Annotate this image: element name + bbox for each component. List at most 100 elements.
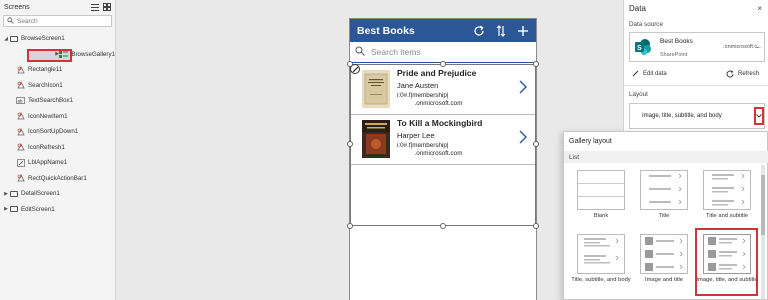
- data-source-name: Best Books: [660, 38, 693, 45]
- data-pane-title: Data: [629, 4, 646, 13]
- icon-control-icon: [16, 127, 25, 136]
- layout-tile-image-title[interactable]: Image and title: [633, 234, 695, 284]
- search-box[interactable]: Search items: [350, 42, 536, 63]
- layout-preview: [703, 170, 751, 210]
- data-source-selector[interactable]: S Best Books SharePoint .onmicrosoft.c..…: [629, 32, 765, 62]
- item-body: i:0#.f|membership| .onmicrosoft.com: [397, 92, 463, 107]
- tree-item-label: LblAppName1: [28, 159, 68, 167]
- resize-handle[interactable]: [440, 223, 446, 229]
- app-title: Best Books: [357, 24, 415, 37]
- divider: [624, 85, 768, 86]
- rectangle-icon: [16, 174, 25, 182]
- tile-label: Title and subtitle: [706, 213, 748, 219]
- search-placeholder: Search items: [371, 47, 421, 57]
- gallery-item[interactable]: Pride and Prejudice Jane Austen i:0#.f|m…: [350, 64, 535, 115]
- tree-item-label: RectQuickActionBar1: [28, 174, 87, 182]
- item-title: To Kill a Mockingbird: [397, 118, 483, 128]
- app-header-bar: Best Books: [350, 19, 536, 42]
- tree-item-rectangle11[interactable]: Rectangle11: [0, 62, 115, 78]
- refresh-icon[interactable]: [472, 24, 486, 38]
- sort-up-down-icon[interactable]: [494, 24, 508, 38]
- list-view-icon[interactable]: [91, 3, 99, 11]
- layout-tile-blank[interactable]: Blank: [570, 170, 632, 220]
- tree-search-input[interactable]: Search: [3, 15, 112, 27]
- resize-handle[interactable]: [347, 141, 353, 147]
- tree-item-iconnewitem1[interactable]: IconNewItem1: [0, 109, 115, 125]
- search-icon: [7, 16, 14, 26]
- resize-handle[interactable]: [533, 223, 539, 229]
- layout-preview: [640, 234, 688, 274]
- textbox-icon: ab: [16, 97, 25, 105]
- svg-text:ab: ab: [18, 99, 24, 104]
- resize-handle[interactable]: [347, 61, 353, 67]
- tree-item-textsearchbox1[interactable]: ab TextSearchBox1: [0, 93, 115, 109]
- tree-item-label: IconRefresh1: [28, 143, 65, 151]
- layout-tile-title-subtitle[interactable]: Title and subtitle: [696, 170, 758, 220]
- section-label: List: [569, 153, 580, 161]
- tree-item-iconsortupdown1[interactable]: IconSortUpDown1: [0, 124, 115, 140]
- tree-item-editscreen1[interactable]: ▶ EditScreen1: [0, 202, 115, 218]
- scrollbar-thumb[interactable]: [761, 175, 765, 235]
- tree-item-label: BrowseScreen1: [21, 35, 65, 43]
- item-body: i:0#.f|membership| .onmicrosoft.com: [397, 142, 463, 157]
- resize-handle[interactable]: [347, 223, 353, 229]
- close-icon[interactable]: ×: [757, 4, 762, 13]
- tree-search-placeholder: Search: [17, 17, 38, 25]
- tree-item-detailscreen1[interactable]: ▶ DetailScreen1: [0, 186, 115, 202]
- tile-label: Image and title: [644, 277, 684, 283]
- tree-item-label: IconNewItem1: [28, 112, 68, 120]
- flyout-scrollbar[interactable]: [761, 165, 765, 299]
- layout-tile-title[interactable]: Title: [633, 170, 695, 220]
- icon-control-icon: [16, 112, 25, 120]
- chevron-right-icon[interactable]: [519, 130, 527, 144]
- grid-view-icon[interactable]: [103, 3, 111, 11]
- tree-item-label: Rectangle11: [28, 66, 63, 74]
- browse-gallery[interactable]: Pride and Prejudice Jane Austen i:0#.f|m…: [347, 61, 539, 229]
- chevron-right-icon[interactable]: [519, 80, 527, 94]
- tree-item-browsegallery1[interactable]: ▶ BrowseGallery1: [0, 47, 115, 63]
- tile-label: Blank: [593, 213, 609, 219]
- tree-item-label: DetailScreen1: [21, 190, 60, 198]
- layout-tile-title-subtitle-body[interactable]: Title, subtitle, and body: [570, 234, 632, 284]
- resize-handle[interactable]: [533, 141, 539, 147]
- edit-data-label: Edit data: [643, 70, 667, 77]
- layout-dropdown-button[interactable]: [754, 107, 764, 125]
- tree-item-browsescreen1[interactable]: ◢ BrowseScreen1: [0, 31, 115, 47]
- layout-preview: [640, 170, 688, 210]
- tree-item-label: BrowseGallery1: [71, 50, 115, 58]
- search-icon: [355, 46, 365, 58]
- icon-control-icon: [16, 143, 25, 151]
- edit-icon: [632, 70, 639, 77]
- tree-item-lblappname1[interactable]: LblAppName1: [0, 155, 115, 171]
- resize-handle[interactable]: [440, 61, 446, 67]
- chevron-down-icon: [756, 114, 762, 118]
- gallery-item[interactable]: To Kill a Mockingbird Harper Lee i:0#.f|…: [351, 115, 535, 165]
- refresh-label: Refresh: [738, 71, 760, 77]
- tree-item-rectquickactionbar1[interactable]: RectQuickActionBar1: [0, 171, 115, 187]
- tile-label: Title: [658, 213, 670, 219]
- tree-item-searchicon1[interactable]: SearchIcon1: [0, 78, 115, 94]
- tree-item-label: SearchIcon1: [28, 81, 63, 89]
- refresh-icon: [726, 70, 734, 78]
- book-cover-image: [362, 70, 390, 108]
- layout-preview: [577, 234, 625, 274]
- gallery-icon: [59, 50, 69, 58]
- resize-handle[interactable]: [533, 61, 539, 67]
- tile-label: Title, subtitle, and body: [571, 277, 631, 283]
- data-source-label: Data source: [629, 21, 663, 28]
- tree-header: Screens: [0, 0, 115, 14]
- edit-data-button[interactable]: Edit data: [632, 70, 667, 77]
- book-cover-image: [362, 120, 390, 158]
- label-edit-icon: [16, 158, 25, 167]
- app-canvas[interactable]: Best Books Search items Pride and Prejud…: [347, 18, 539, 300]
- tree-item-label: TextSearchBox1: [28, 97, 74, 105]
- selected-tile-highlight: [695, 228, 758, 296]
- refresh-button[interactable]: Refresh: [726, 70, 759, 78]
- rectangle-icon: [16, 65, 25, 74]
- chevron-down-icon[interactable]: ⌄: [755, 43, 760, 50]
- flyout-title: Gallery layout: [569, 138, 612, 145]
- tree-item-iconrefresh1[interactable]: IconRefresh1: [0, 140, 115, 156]
- layout-selector[interactable]: Image, title, subtitle, and body: [629, 103, 765, 129]
- add-icon[interactable]: [516, 24, 530, 38]
- screen-icon: [9, 206, 18, 213]
